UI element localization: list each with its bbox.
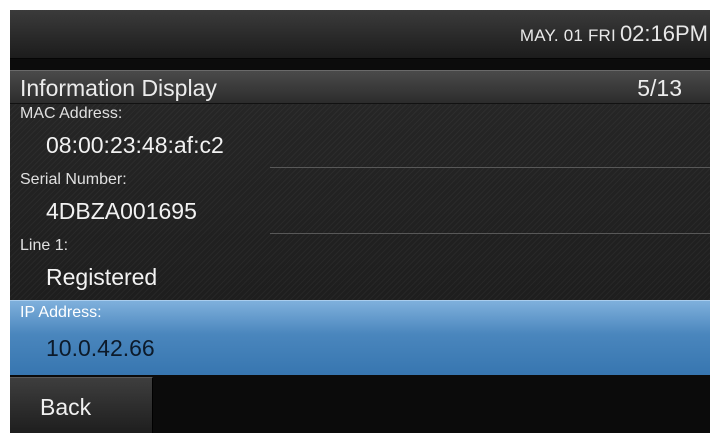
item-label: MAC Address: (20, 105, 123, 122)
item-value: Registered (46, 264, 158, 290)
item-label: Serial Number: (20, 171, 127, 188)
item-value: 4DBZA001695 (46, 198, 197, 224)
info-item-serial-number[interactable]: Serial Number: 4DBZA001695 (10, 168, 710, 234)
item-label: Line 1: (20, 237, 69, 254)
item-value: 10.0.42.66 (46, 335, 155, 361)
page-indicator: 5/13 (637, 75, 682, 101)
date-text: MAY. 01 FRI (519, 26, 616, 45)
information-display-panel: Information Display 5/13 MAC Address: 08… (10, 70, 710, 375)
back-button[interactable]: Back (10, 377, 153, 433)
info-item-line-1[interactable]: Line 1: Registered (10, 234, 710, 300)
softkey-bar: Back (10, 375, 710, 433)
item-value: 08:00:23:48:af:c2 (46, 132, 224, 158)
time-text: 02:16PM (619, 21, 708, 46)
panel-header: Information Display 5/13 (10, 70, 710, 104)
panel-title: Information Display (20, 75, 217, 101)
status-bar: MAY. 01 FRI 02:16PM (10, 10, 710, 59)
back-button-label: Back (40, 394, 92, 420)
info-item-mac-address[interactable]: MAC Address: 08:00:23:48:af:c2 (10, 102, 710, 168)
item-label: IP Address: (20, 304, 102, 321)
phone-screen: MAY. 01 FRI 02:16PM Information Display 5… (10, 10, 710, 433)
info-item-ip-address[interactable]: IP Address: 10.0.42.66 (10, 300, 710, 375)
date-time-display: MAY. 01 FRI 02:16PM (520, 21, 708, 47)
